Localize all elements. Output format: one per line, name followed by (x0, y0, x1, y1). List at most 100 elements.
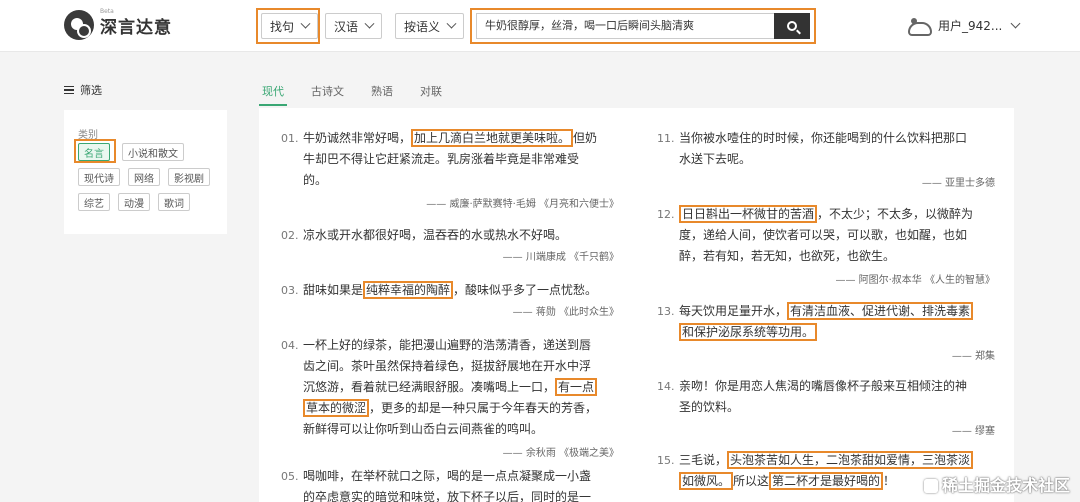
result-source[interactable]: —— 郑集 (679, 346, 995, 367)
logo[interactable]: Beta 深言达意 (64, 8, 172, 40)
matched-phrase: 第二杯才是最好喝的 (769, 472, 884, 490)
text-segment: 度，递给人间，使饮者可以哭，可以歌，也如醒，也如 (679, 228, 968, 242)
result-text: 日日斟出一杯微甘的苦酒 ，不太少；不太多，以微醉为度，递给人间，使饮者可以哭，可以… (679, 204, 995, 267)
result-text: 当你被水噎住的时时候，你还能喝到的什么饮料把那口 水送下去呢。 (679, 128, 995, 170)
matched-phrase: 加上几滴白兰地就更美味啦。 (411, 129, 574, 147)
result-number: 01. (281, 132, 299, 145)
text-segment: 每天饮用足量开水， (679, 304, 788, 318)
text-segment: 牛却巴不得让它赶紧流走。乳房涨着毕竟是非常难受 (303, 152, 580, 166)
result-text: 每天饮用足量开水， 有清洁血液、促进代谢、排洗毒素 和保护泌尿系统等功用。 (679, 301, 995, 343)
result-text: 亲吻！你是用恋人焦渴的嘴唇像杯子般来互相倾注的神圣的饮料。 (679, 376, 995, 418)
result-text: 一杯上好的绿茶，能把漫山遍野的浩荡清香，递送到唇 齿之间。茶叶虽然保持着绿色，挺拔… (303, 335, 619, 440)
result-line: 齿之间。茶叶虽然保持着绿色，挺拔舒展地在开水中浮 (303, 356, 619, 377)
logo-icon (64, 10, 94, 40)
chevron-down-icon (1010, 18, 1021, 28)
mode-select-label: 找句 (270, 19, 295, 34)
user-menu[interactable]: 用户_942... (906, 16, 1021, 36)
text-segment: 水送下去呢。 (679, 152, 752, 166)
text-segment: 所以这 (733, 474, 770, 488)
matched-phrase: 草本的微涩 (303, 399, 370, 417)
tab-indicator (259, 104, 287, 106)
menu-icon (64, 86, 74, 94)
text-segment: 当你被水噎住的时时候，你还能喝到的什么饮料把那口 (679, 131, 968, 145)
beta-label: Beta (100, 8, 114, 15)
result-line: 沉悠游，看着就已经满眼舒服。凑嘴喝上一口， 有一点 (303, 377, 619, 398)
search-input[interactable]: 牛奶很醇厚，丝滑，喝一口后瞬间头脑清爽 (476, 13, 774, 39)
result-line: 水送下去呢。 (679, 149, 995, 170)
result-line: 每天饮用足量开水， 有清洁血液、促进代谢、排洗毒素 (679, 301, 995, 322)
watermark-text: 稀土掘金技术社区 (942, 476, 1071, 495)
result-number: 03. (281, 284, 299, 297)
result-source[interactable]: —— 亚里士多德 (679, 173, 995, 194)
language-select[interactable]: 汉语 (325, 13, 383, 39)
result-line: 醉，若有知，若无知，也欲死，也欲生。 (679, 246, 995, 267)
result-source[interactable]: —— 蒋勋 《此时众生》 (303, 302, 619, 323)
result-text: 凉水或开水都很好喝，温吞吞的水或热水不好喝。 (303, 225, 619, 246)
text-segment: 新鲜得可以让你听到山岙白云间燕雀的鸣叫。 (303, 422, 544, 436)
text-segment: 沉悠游，看着就已经满眼舒服。凑嘴喝上一口， (303, 380, 556, 394)
text-segment: ，更多的却是一种只属于今年春天的芳香， (369, 401, 598, 415)
result-source[interactable]: —— 缪塞 (679, 421, 995, 442)
chevron-down-icon (364, 18, 375, 29)
text-segment: 凉水或开水都很好喝，温吞吞的水或热水不好喝。 (303, 228, 568, 242)
result-line: 日日斟出一杯微甘的苦酒 ，不太少；不太多，以微醉为 (679, 204, 995, 225)
result-number: 02. (281, 229, 299, 242)
result-text: 喝咖啡，在举杯就口之际，喝的是一点点凝聚成一小盏 的卒虑意实的暗觉和味觉，放下杯子… (303, 466, 619, 502)
text-segment: 喝咖啡，在举杯就口之际，喝的是一点点凝聚成一小盏 (303, 469, 592, 483)
result-number: 12. (657, 208, 675, 221)
filter-title[interactable]: 筛选 (64, 82, 102, 98)
mode-select[interactable]: 找句 (261, 13, 319, 39)
tag-internet[interactable]: 网络 (128, 168, 160, 186)
tag-variety[interactable]: 综艺 (78, 193, 110, 211)
matched-phrase: 和保护泌尿系统等功用。 (679, 323, 818, 341)
tag-lyrics[interactable]: 歌词 (158, 193, 190, 211)
tab-classical[interactable]: 古诗文 (311, 83, 344, 99)
result-line: 亲吻！你是用恋人焦渴的嘴唇像杯子般来互相倾注的神 (679, 376, 995, 397)
tag-film[interactable]: 影视剧 (168, 168, 210, 186)
search-button[interactable] (774, 13, 810, 39)
result-source[interactable]: —— 阿图尔·叔本华 《人生的智慧》 (679, 270, 995, 291)
match-select[interactable]: 按语义 (395, 13, 465, 39)
tag-quote[interactable]: 名言 (78, 143, 110, 161)
text-segment: ，酸味似乎多了一点忧愁。 (453, 283, 598, 297)
matched-phrase: 有清洁血液、促进代谢、排洗毒素 (787, 302, 974, 320)
logo-text: 深言达意 (100, 17, 172, 38)
matched-phrase: 如微风。 (679, 472, 734, 490)
matched-phrase: 头泡茶苦如人生，二泡茶甜如爱情，三泡茶淡 (727, 451, 974, 469)
result-source[interactable]: —— 川端康成 《千只鹤》 (303, 247, 619, 268)
chevron-down-icon (446, 18, 457, 29)
match-select-label: 按语义 (404, 19, 441, 34)
result-line: 的。 (303, 170, 619, 191)
result-number: 11. (657, 132, 675, 145)
result-line: 新鲜得可以让你听到山岙白云间燕雀的鸣叫。 (303, 419, 619, 440)
result-line: 圣的饮料。 (679, 397, 995, 418)
text-segment: 甜味如果是 (303, 283, 364, 297)
result-line: 三毛说， 头泡茶苦如人生，二泡茶甜如爱情，三泡茶淡 (679, 450, 995, 471)
text-segment: ！ (883, 474, 896, 488)
text-segment: 齿之间。茶叶虽然保持着绿色，挺拔舒展地在开水中浮 (303, 359, 592, 373)
watermark-icon (924, 479, 938, 493)
result-line: 甜味如果是 纯粹幸福的陶醉 ，酸味似乎多了一点忧愁。 (303, 280, 619, 301)
tab-modern[interactable]: 现代 (262, 83, 284, 99)
language-select-label: 汉语 (334, 19, 359, 34)
text-segment: 圣的饮料。 (679, 400, 740, 414)
tab-couplet[interactable]: 对联 (420, 83, 442, 99)
result-source[interactable]: —— 余秋雨 《极端之美》 (303, 443, 619, 464)
result-number: 15. (657, 454, 675, 467)
watermark: 稀土掘金技术社区 (924, 472, 1070, 496)
tag-modern-poetry[interactable]: 现代诗 (78, 168, 120, 186)
tag-fiction[interactable]: 小说和散文 (122, 143, 184, 161)
matched-phrase: 有一点 (555, 378, 598, 396)
avatar-icon (906, 16, 932, 36)
result-number: 14. (657, 380, 675, 393)
results-panel: 01. 牛奶诚然非常好喝， 加上几滴白兰地就更美味啦。 但奶 牛却巴不得让它赶紧流走。乳… (259, 108, 1014, 502)
text-segment: ，不太少；不太多，以微醉为 (817, 207, 974, 221)
result-line: 一杯上好的绿茶，能把漫山遍野的浩荡清香，递送到唇 (303, 335, 619, 356)
tab-idiom[interactable]: 熟语 (371, 83, 393, 99)
top-header: Beta 深言达意 找句 汉语 按语义 牛奶很醇厚，丝滑，喝一口后瞬间头脑清爽 … (0, 0, 1080, 52)
search-icon (787, 21, 797, 31)
tag-anime[interactable]: 动漫 (118, 193, 150, 211)
result-source[interactable]: —— 威廉·萨默赛特·毛姆 《月亮和六便士》 (303, 194, 619, 215)
text-segment: 一杯上好的绿茶，能把漫山遍野的浩荡清香，递送到唇 (303, 338, 592, 352)
result-line: 和保护泌尿系统等功用。 (679, 322, 995, 343)
